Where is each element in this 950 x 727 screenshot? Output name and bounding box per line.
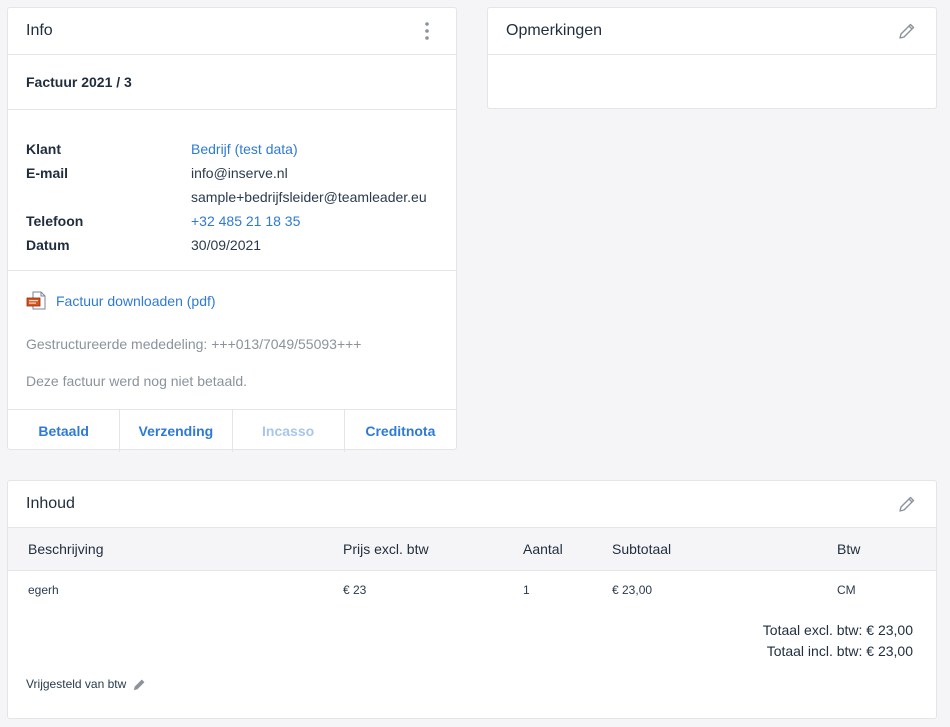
shipping-button[interactable]: Verzending — [120, 410, 233, 452]
invoice-extra: Factuur downloaden (pdf) Gestructureerde… — [8, 271, 456, 410]
download-pdf-link[interactable]: Factuur downloaden (pdf) — [56, 293, 216, 309]
info-title: Info — [26, 22, 53, 39]
detail-row-client: Klant Bedrijf (test data) — [26, 137, 438, 161]
pencil-icon[interactable] — [133, 678, 146, 691]
row-subtotal: € 23,00 — [612, 583, 653, 597]
row-vat: CM — [837, 583, 856, 597]
detail-row-email: E-mail info@inserve.nl sample+bedrijfsle… — [26, 161, 438, 209]
date-label: Datum — [26, 237, 70, 253]
download-pdf-row[interactable]: Factuur downloaden (pdf) — [26, 291, 438, 311]
column-quantity: Aantal — [523, 541, 563, 557]
content-header: Inhoud — [8, 481, 936, 528]
totals: Totaal excl. btw: € 23,00 Totaal incl. b… — [763, 620, 913, 662]
content-card: Inhoud Beschrijving Prijs excl. btw Aant… — [7, 480, 937, 719]
detail-row-phone: Telefoon +32 485 21 18 35 — [26, 209, 438, 233]
payment-status: Deze factuur werd nog niet betaald. — [26, 373, 248, 389]
paid-button[interactable]: Betaald — [8, 410, 121, 452]
table-row: egerh € 23 1 € 23,00 CM — [8, 571, 936, 609]
more-options-icon[interactable] — [416, 20, 438, 42]
info-card: Info Factuur 2021 / 3 Klant Bedrijf (tes… — [7, 7, 457, 452]
row-description: egerh — [28, 583, 59, 597]
invoice-details: Klant Bedrijf (test data) E-mail info@in… — [8, 110, 456, 271]
total-incl-vat: Totaal incl. btw: € 23,00 — [766, 643, 913, 659]
column-price: Prijs excl. btw — [343, 541, 429, 557]
invoice-number: Factuur 2021 / 3 — [8, 55, 456, 110]
email-label: E-mail — [26, 165, 69, 181]
remarks-header: Opmerkingen — [488, 8, 936, 55]
pdf-file-icon — [26, 291, 47, 311]
email-value-2: sample+bedrijfsleider@teamleader.eu — [191, 189, 427, 205]
info-header: Info — [8, 8, 456, 55]
column-description: Beschrijving — [28, 541, 104, 557]
pencil-icon[interactable] — [896, 493, 918, 515]
client-link[interactable]: Bedrijf (test data) — [191, 141, 298, 157]
row-price: € 23 — [343, 583, 367, 597]
total-excl-vat: Totaal excl. btw: € 23,00 — [762, 622, 913, 638]
row-quantity: 1 — [523, 583, 530, 597]
remarks-card: Opmerkingen — [487, 7, 937, 109]
table-header: Beschrijving Prijs excl. btw Aantal Subt… — [8, 528, 936, 571]
remarks-title: Opmerkingen — [506, 22, 603, 39]
column-vat: Btw — [837, 541, 861, 557]
content-title: Inhoud — [26, 495, 75, 512]
structured-communication: Gestructureerde mededeling: +++013/7049/… — [26, 336, 362, 352]
client-label: Klant — [26, 141, 61, 157]
column-subtotal: Subtotaal — [612, 541, 672, 557]
email-value-1: info@inserve.nl — [191, 165, 288, 181]
pencil-icon[interactable] — [896, 20, 918, 42]
collection-button[interactable]: Incasso — [233, 410, 345, 452]
detail-row-date: Datum 30/09/2021 — [26, 233, 438, 257]
phone-label: Telefoon — [26, 213, 84, 229]
vat-exempt-label: Vrijgesteld van btw — [26, 677, 127, 691]
date-value: 30/09/2021 — [191, 237, 262, 253]
credit-note-button[interactable]: Creditnota — [345, 410, 456, 452]
phone-link[interactable]: +32 485 21 18 35 — [191, 213, 300, 229]
vat-exempt: Vrijgesteld van btw — [26, 677, 146, 691]
invoice-actions: Betaald Verzending Incasso Creditnota — [8, 410, 456, 452]
